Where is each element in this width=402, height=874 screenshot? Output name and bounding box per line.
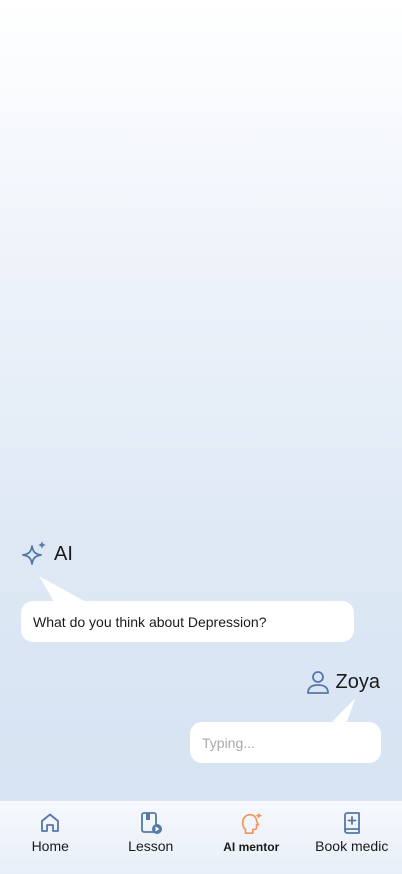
nav-item-home[interactable]: Home <box>0 801 101 874</box>
nav-item-lesson[interactable]: Lesson <box>101 801 202 874</box>
ai-sender-header: AI <box>22 540 73 568</box>
nav-label-lesson: Lesson <box>128 838 174 854</box>
ai-mentor-icon <box>242 812 263 834</box>
nav-item-book-medic[interactable]: Book medic <box>302 801 402 874</box>
user-sender-header: Zoya <box>306 669 380 695</box>
nav-item-ai-mentor[interactable]: AI mentor <box>201 801 302 874</box>
user-bubble-tail <box>330 698 356 724</box>
chat-area: AI What do you think about Depression? Z… <box>0 0 402 800</box>
user-sender-name: Zoya <box>335 670 380 693</box>
ai-message-bubble: What do you think about Depression? <box>21 601 354 642</box>
nav-label-ai-mentor: AI mentor <box>223 840 280 854</box>
ai-sender-name: AI <box>54 542 73 565</box>
sparkle-icon <box>22 541 46 565</box>
nav-label-home: Home <box>31 838 69 854</box>
user-icon <box>306 671 329 694</box>
lesson-icon <box>140 812 162 834</box>
bottom-nav: Home Lesson AI mentor Book medic <box>0 800 402 874</box>
home-icon <box>41 813 60 832</box>
ai-bubble-tail <box>38 576 86 602</box>
book-medic-icon <box>343 812 360 834</box>
message-input[interactable] <box>190 722 381 763</box>
nav-label-book-medic: Book medic <box>315 838 389 854</box>
